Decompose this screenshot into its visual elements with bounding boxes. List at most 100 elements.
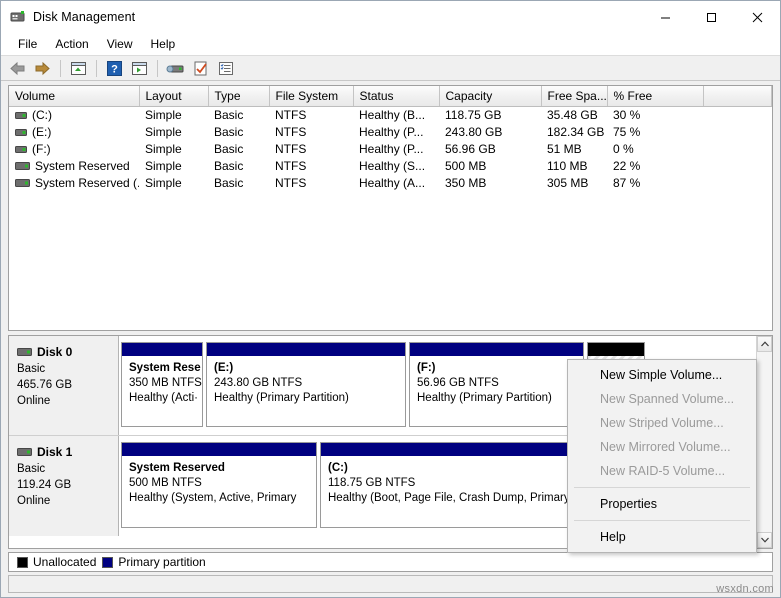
partition-name: (E:) xyxy=(214,362,234,374)
disk-icon xyxy=(17,347,32,357)
svg-text:?: ? xyxy=(111,63,118,75)
back-arrow-icon[interactable] xyxy=(6,57,29,79)
cell-type: Basic xyxy=(214,108,244,123)
menu-help[interactable]: Help xyxy=(142,35,185,53)
column-header-volume[interactable]: Volume xyxy=(9,86,140,107)
partition-color-bar xyxy=(122,343,202,356)
scroll-track[interactable] xyxy=(757,352,772,532)
volume-label: (E:) xyxy=(32,125,52,139)
properties-icon[interactable] xyxy=(189,57,212,79)
table-row[interactable]: System Reserved (... Simple Basic NTFS Healt… xyxy=(9,175,772,192)
column-header-filler[interactable] xyxy=(703,86,772,107)
forward-arrow-icon[interactable] xyxy=(31,57,54,79)
cell-percent-free: 0 % xyxy=(613,142,634,156)
disk-info-panel[interactable]: Disk 1 Basic 119.24 GB Online xyxy=(9,436,119,536)
column-header-free-space[interactable]: Free Spa... xyxy=(541,86,608,107)
cell-free-space: 305 MB xyxy=(547,176,589,190)
cell-layout: Simple xyxy=(145,159,182,173)
volume-list[interactable]: Volume Layout Type File System Status Ca… xyxy=(8,85,773,331)
show-window-icon[interactable] xyxy=(128,57,151,79)
menu-view[interactable]: View xyxy=(98,35,142,53)
cell-file-system: NTFS xyxy=(275,125,307,139)
window-controls xyxy=(642,1,780,33)
drive-icon xyxy=(15,128,27,137)
legend-label-unallocated: Unallocated xyxy=(33,555,97,569)
cell-percent-free: 75 % xyxy=(613,125,641,139)
menu-bar: File Action View Help xyxy=(1,33,780,55)
toolbar-separator xyxy=(96,59,97,77)
title-bar: Disk Management xyxy=(1,1,780,33)
disk-size: 465.76 GB xyxy=(17,379,72,391)
column-header-status[interactable]: Status xyxy=(353,86,440,107)
maximize-button[interactable] xyxy=(688,1,734,33)
scroll-up-button[interactable] xyxy=(757,336,772,352)
context-menu-item: New Mirrored Volume... xyxy=(600,440,731,454)
menu-action[interactable]: Action xyxy=(46,35,97,53)
disk-info-panel[interactable]: Disk 0 Basic 465.76 GB Online xyxy=(9,336,119,435)
cell-file-system: NTFS xyxy=(275,108,307,123)
cell-capacity: 350 MB xyxy=(445,176,487,190)
unallocated-swatch xyxy=(17,556,28,568)
minimize-button[interactable] xyxy=(642,1,688,33)
disk-type: Basic xyxy=(17,463,46,475)
context-menu-item[interactable]: New Simple Volume... xyxy=(568,363,756,387)
table-row[interactable]: (E:) Simple Basic NTFS Healthy (P... 243.80 G… xyxy=(9,124,772,141)
column-header-percent-free[interactable]: % Free xyxy=(607,86,704,107)
rescan-disks-icon[interactable] xyxy=(164,57,187,79)
disk-pane-scrollbar[interactable] xyxy=(756,336,772,548)
disk-title: Disk 1 xyxy=(17,444,118,460)
cell-volume: System Reserved (... xyxy=(9,175,139,192)
close-button[interactable] xyxy=(734,1,780,33)
table-row[interactable]: (C:) Simple Basic NTFS Healthy (B... 118.75 G… xyxy=(9,107,772,124)
cell-type: Basic xyxy=(214,142,244,156)
partition-details: System Reserved 500 MB NTFS Healthy (Syste… xyxy=(122,456,316,506)
column-header-file-system[interactable]: File System xyxy=(269,86,354,107)
cell-layout: Simple xyxy=(145,108,182,123)
cell-file-system: NTFS xyxy=(275,159,307,173)
up-level-icon[interactable] xyxy=(67,57,90,79)
partition-details: (F:) 56.96 GB NTFS Healthy (Primary Partit… xyxy=(410,356,583,406)
legend-label-primary-partition: Primary partition xyxy=(118,555,206,569)
drive-icon xyxy=(15,161,30,171)
drive-icon xyxy=(15,111,27,120)
scroll-down-button[interactable] xyxy=(757,532,772,548)
watermark: wsxdn.com xyxy=(716,583,774,595)
cell-filler xyxy=(703,175,772,192)
context-menu-item[interactable]: Properties xyxy=(568,492,756,516)
cell-free-space: 51 MB xyxy=(547,142,582,156)
column-header-type[interactable]: Type xyxy=(208,86,270,107)
menu-file[interactable]: File xyxy=(9,35,46,53)
partition-details: System Rese 350 MB NTFS Healthy (Acti· xyxy=(122,356,202,406)
cell-status: Healthy (A... xyxy=(359,176,426,190)
context-menu-item: New Spanned Volume... xyxy=(600,392,735,406)
cell-free-space: 35.48 GB xyxy=(547,108,598,123)
cell-filler xyxy=(703,158,772,175)
cell-capacity: 56.96 GB xyxy=(445,142,496,156)
cell-percent-free: 22 % xyxy=(613,159,641,173)
cell-type: Basic xyxy=(214,176,244,190)
column-header-layout[interactable]: Layout xyxy=(139,86,209,107)
volume-label: (C:) xyxy=(32,108,52,123)
cell-free-space: 110 MB xyxy=(547,159,588,173)
volume-table: Volume Layout Type File System Status Ca… xyxy=(9,86,772,192)
disk-type: Basic xyxy=(17,363,46,375)
column-header-capacity[interactable]: Capacity xyxy=(439,86,542,107)
table-row[interactable]: (F:) Simple Basic NTFS Healthy (P... 56.96 GB… xyxy=(9,141,772,158)
list-view-icon[interactable] xyxy=(214,57,237,79)
cell-percent-free: 87 % xyxy=(613,176,641,190)
context-menu[interactable]: New Simple Volume... New Spanned Volume..… xyxy=(567,359,757,553)
cell-status: Healthy (P... xyxy=(359,142,424,156)
cell-volume: System Reserved xyxy=(9,158,139,175)
table-row[interactable]: System Reserved Simple Basic NTFS Healthy (S… xyxy=(9,158,772,175)
partition-block[interactable]: System Rese 350 MB NTFS Healthy (Acti· xyxy=(121,342,203,427)
partition-status: Healthy (Primary Partition) xyxy=(417,392,552,404)
help-icon[interactable]: ? xyxy=(103,57,126,79)
cell-type: Basic xyxy=(214,159,244,173)
partition-block[interactable]: (E:) 243.80 GB NTFS Healthy (Primary Parti… xyxy=(206,342,406,427)
partition-block[interactable]: System Reserved 500 MB NTFS Healthy (Syste… xyxy=(121,442,317,528)
disk-icon xyxy=(17,447,32,457)
partition-block[interactable]: (F:) 56.96 GB NTFS Healthy (Primary Partit… xyxy=(409,342,584,427)
context-menu-item[interactable]: Help xyxy=(568,525,756,549)
primary-partition-swatch xyxy=(102,556,114,568)
cell-volume: (F:) xyxy=(9,141,139,158)
